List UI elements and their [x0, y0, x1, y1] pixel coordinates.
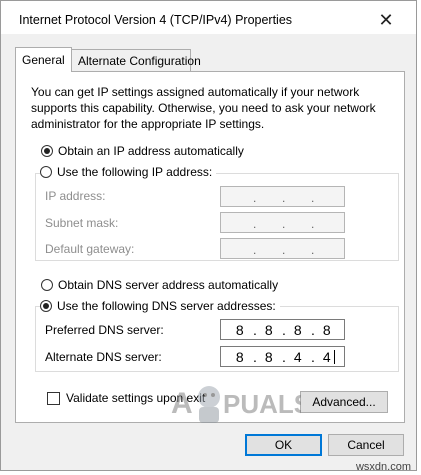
radio-obtain-dns-auto[interactable]: Obtain DNS server address automatically	[41, 277, 278, 293]
octet: 8	[293, 322, 303, 338]
alternate-dns-field[interactable]: 8 . 8 . 4 . 4	[220, 346, 345, 367]
octet: 8	[235, 349, 245, 365]
radio-use-following-ip[interactable]: Use the following IP address:	[40, 164, 217, 180]
radio-label: Use the following DNS server addresses:	[57, 299, 276, 313]
subnet-mask-field[interactable]: ...	[220, 212, 345, 233]
window-title: Internet Protocol Version 4 (TCP/IPv4) P…	[19, 13, 293, 27]
radio-obtain-ip-auto[interactable]: Obtain an IP address automatically	[41, 143, 244, 159]
tab-alternate-configuration[interactable]: Alternate Configuration	[71, 49, 201, 71]
radio-use-following-dns[interactable]: Use the following DNS server addresses:	[40, 298, 280, 314]
radio-indicator[interactable]	[41, 279, 53, 291]
watermark-site: wsxdn.com	[355, 461, 411, 473]
title-bar: Internet Protocol Version 4 (TCP/IPv4) P…	[1, 1, 416, 34]
validate-checkbox[interactable]	[47, 392, 60, 405]
subnet-mask-label: Subnet mask:	[45, 216, 119, 230]
octet: 8	[235, 322, 245, 338]
text-caret	[334, 350, 335, 364]
ip-address-field[interactable]: ...	[220, 186, 345, 207]
close-icon[interactable]: ✕	[374, 9, 398, 31]
octet: 8	[264, 322, 274, 338]
dialog-window: Internet Protocol Version 4 (TCP/IPv4) P…	[0, 0, 417, 471]
radio-indicator[interactable]	[40, 166, 52, 178]
preferred-dns-label: Preferred DNS server:	[45, 323, 164, 337]
general-tab-panel: You can get IP settings assigned automat…	[15, 71, 405, 423]
ok-button[interactable]: OK	[245, 434, 322, 456]
radio-label: Use the following IP address:	[57, 165, 213, 179]
tab-general[interactable]: General	[15, 47, 72, 72]
octet: 8	[322, 322, 332, 338]
preferred-dns-field[interactable]: 8 . 8 . 8 . 8	[220, 319, 345, 340]
default-gateway-field[interactable]: ...	[220, 238, 345, 259]
radio-indicator-checked[interactable]	[40, 300, 52, 312]
octet: 4	[293, 349, 303, 365]
validate-label: Validate settings upon exit	[66, 391, 206, 405]
radio-label: Obtain an IP address automatically	[58, 144, 244, 158]
radio-indicator-checked[interactable]	[41, 145, 53, 157]
intro-text: You can get IP settings assigned automat…	[31, 85, 376, 131]
octet: 4	[322, 349, 332, 365]
default-gateway-label: Default gateway:	[45, 242, 135, 256]
radio-label: Obtain DNS server address automatically	[58, 278, 279, 292]
ip-address-label: IP address:	[45, 189, 106, 203]
cancel-button[interactable]: Cancel	[328, 434, 404, 456]
advanced-button[interactable]: Advanced...	[300, 391, 388, 413]
octet: 8	[264, 349, 274, 365]
alternate-dns-label: Alternate DNS server:	[45, 350, 162, 364]
